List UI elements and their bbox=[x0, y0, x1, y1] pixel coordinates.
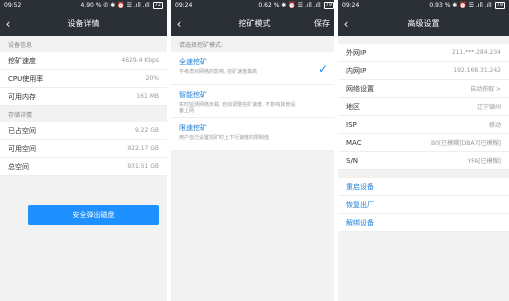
back-arrow-icon[interactable]: ‹ bbox=[0, 11, 16, 36]
mode-title: 全速挖矿 bbox=[179, 58, 207, 66]
row-label: ISP bbox=[346, 120, 357, 129]
row-label: 网络设置 bbox=[346, 84, 374, 93]
battery-icon: 79 bbox=[323, 2, 334, 9]
status-time: 09:24 bbox=[342, 2, 360, 9]
row-label: 已占空间 bbox=[8, 126, 36, 135]
mode-option-full-speed[interactable]: 全速挖矿 不考虑对网络的影响, 挖矿速度最高 ✓ bbox=[171, 52, 338, 85]
row-value: 自动获取 > bbox=[470, 86, 501, 93]
reboot-device-link[interactable]: 重启设备 bbox=[338, 178, 509, 196]
advanced-settings-screen: 09:24 0.93 % ✱ ⏰ ☰ .ıll .ıll 79 ‹ 高级设置 外… bbox=[338, 0, 509, 301]
row-label: 内网IP bbox=[346, 66, 367, 75]
row-label: 外网IP bbox=[346, 48, 367, 57]
unbind-device-link[interactable]: 解绑设备 bbox=[338, 214, 509, 232]
row-value: 211.***.284.234 bbox=[451, 49, 501, 56]
page-title: 高级设置 bbox=[407, 19, 440, 28]
factory-reset-link[interactable]: 恢复出厂 bbox=[338, 196, 509, 214]
status-bar: 09:52 4.90 % ✆ ✱ ⏰ ☰ .ıll .ıll 72 bbox=[0, 0, 167, 11]
row-value: YFA[已模糊] bbox=[467, 158, 501, 165]
mode-title: 限速挖矿 bbox=[179, 124, 207, 132]
row-value: 4629.4 Kbps bbox=[121, 57, 159, 64]
row-value: 辽宁锦州 bbox=[476, 104, 501, 111]
mode-description: 实时监测网络负载, 自动调整挖矿速度, 不影响其他设备上网 bbox=[179, 102, 296, 114]
nav-bar: ‹ 设备详情 bbox=[0, 11, 167, 36]
row-value: B0[已模糊]DBA7[已模糊] bbox=[431, 140, 501, 147]
status-time: 09:24 bbox=[175, 2, 193, 9]
page-title: 挖矿模式 bbox=[238, 19, 271, 28]
mode-option-limited[interactable]: 限速挖矿 用户自己设置挖矿时上下行速度的限制值 bbox=[171, 118, 338, 151]
row-label: 总空间 bbox=[8, 162, 29, 171]
back-arrow-icon[interactable]: ‹ bbox=[338, 11, 354, 36]
row-value: 161 MB bbox=[136, 93, 159, 100]
row-isp: ISP 移动 bbox=[338, 116, 509, 134]
battery-icon: 79 bbox=[494, 2, 505, 9]
row-region: 地区 辽宁锦州 bbox=[338, 98, 509, 116]
mode-title: 智能挖矿 bbox=[179, 91, 207, 99]
battery-icon: 72 bbox=[152, 2, 163, 9]
row-used-space: 已占空间 9.22 GB bbox=[0, 122, 167, 140]
row-label: MAC bbox=[346, 138, 362, 147]
mode-prompt: 请选择挖矿模式: bbox=[179, 42, 224, 49]
section-header-storage: 存储详情 bbox=[8, 112, 33, 119]
status-bar: 09:24 0.62 % ✱ ⏰ ☰ .ıll .ıll 79 bbox=[171, 0, 338, 11]
row-free-space: 可用空间 922.17 GB bbox=[0, 140, 167, 158]
row-lan-ip: 内网IP 192.168.31.242 bbox=[338, 62, 509, 80]
row-value: 922.17 GB bbox=[127, 145, 159, 152]
mode-description: 不考虑对网络的影响, 挖矿速度最高 bbox=[179, 69, 258, 75]
mode-description: 用户自己设置挖矿时上下行速度的限制值 bbox=[179, 135, 270, 141]
row-label: 可用空间 bbox=[8, 144, 36, 153]
nav-bar: ‹ 高级设置 bbox=[338, 11, 509, 36]
row-network-settings[interactable]: 网络设置 自动获取 > bbox=[338, 80, 509, 98]
row-value: 192.168.31.242 bbox=[453, 67, 501, 74]
nav-bar: ‹ 挖矿模式 保存 bbox=[171, 11, 338, 36]
mode-option-smart[interactable]: 智能挖矿 实时监测网络负载, 自动调整挖矿速度, 不影响其他设备上网 bbox=[171, 85, 338, 118]
row-value: 931.51 GB bbox=[127, 163, 159, 170]
row-wan-ip: 外网IP 211.***.284.234 bbox=[338, 44, 509, 62]
row-mac: MAC B0[已模糊]DBA7[已模糊] bbox=[338, 134, 509, 152]
status-indicators: 0.93 % ✱ ⏰ ☰ .ıll .ıll bbox=[429, 2, 492, 9]
row-cpu-usage: CPU使用率 20% bbox=[0, 70, 167, 88]
row-value: 移动 bbox=[488, 122, 501, 129]
save-button[interactable]: 保存 bbox=[314, 18, 330, 29]
checkmark-icon: ✓ bbox=[317, 62, 328, 76]
row-total-space: 总空间 931.51 GB bbox=[0, 158, 167, 176]
row-label: 挖矿速度 bbox=[8, 56, 36, 65]
back-arrow-icon[interactable]: ‹ bbox=[171, 11, 187, 36]
row-label: S/N bbox=[346, 156, 359, 165]
row-label: 可用内存 bbox=[8, 92, 36, 101]
section-header-device-info: 设备信息 bbox=[8, 42, 33, 49]
status-indicators: 0.62 % ✱ ⏰ ☰ .ıll .ıll bbox=[258, 2, 321, 9]
status-time: 09:52 bbox=[4, 2, 22, 9]
row-available-memory: 可用内存 161 MB bbox=[0, 88, 167, 106]
status-indicators: 4.90 % ✆ ✱ ⏰ ☰ .ıll .ıll bbox=[80, 2, 150, 9]
top-bar: 09:52 4.90 % ✆ ✱ ⏰ ☰ .ıll .ıll 72 ‹ 设备详情 bbox=[0, 0, 167, 36]
row-value: 9.22 GB bbox=[134, 127, 159, 134]
row-serial-number: S/N YFA[已模糊] bbox=[338, 152, 509, 170]
row-mining-speed: 挖矿速度 4629.4 Kbps bbox=[0, 52, 167, 70]
row-label: CPU使用率 bbox=[8, 74, 44, 83]
status-bar: 09:24 0.93 % ✱ ⏰ ☰ .ıll .ıll 79 bbox=[338, 0, 509, 11]
top-bar: 09:24 0.62 % ✱ ⏰ ☰ .ıll .ıll 79 ‹ 挖矿模式 保… bbox=[171, 0, 338, 36]
page-title: 设备详情 bbox=[67, 19, 100, 28]
top-bar: 09:24 0.93 % ✱ ⏰ ☰ .ıll .ıll 79 ‹ 高级设置 bbox=[338, 0, 509, 36]
device-detail-screen: 09:52 4.90 % ✆ ✱ ⏰ ☰ .ıll .ıll 72 ‹ 设备详情… bbox=[0, 0, 167, 301]
row-label: 地区 bbox=[346, 102, 360, 111]
safe-eject-button[interactable]: 安全弹出磁盘 bbox=[28, 205, 159, 225]
row-value: 20% bbox=[145, 75, 159, 82]
mining-mode-screen: 09:24 0.62 % ✱ ⏰ ☰ .ıll .ıll 79 ‹ 挖矿模式 保… bbox=[171, 0, 338, 301]
